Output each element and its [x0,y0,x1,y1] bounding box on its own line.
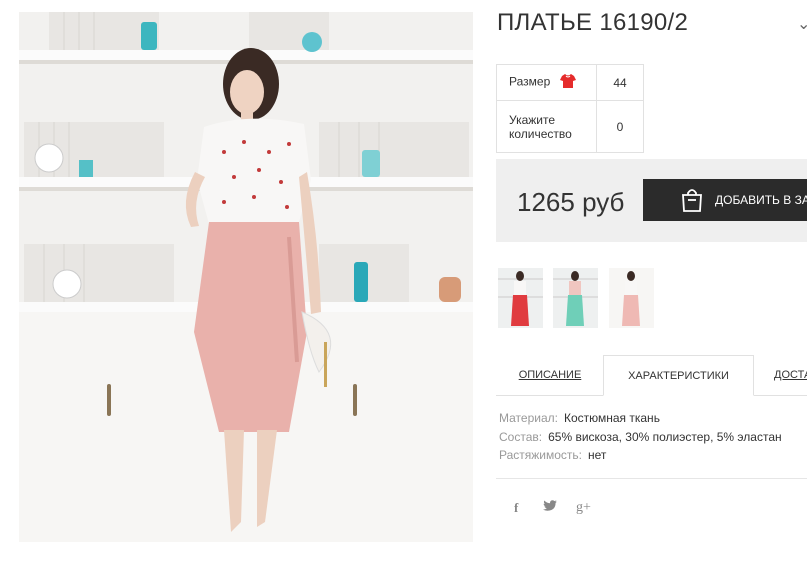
red-shirt-icon[interactable] [559,74,576,91]
product-title: ПЛАТЬЕ 16190/2 [497,9,689,36]
size-label-cell: Размер [496,64,597,101]
specs-list: Материал: Костюмная ткань Состав: 65% виск… [499,411,782,467]
spec-value: Костюмная ткань [563,411,660,425]
google-plus-icon[interactable]: g+ [576,500,591,516]
chevron-down-icon[interactable]: ⌄ [797,14,807,34]
product-model-image [19,12,473,542]
size-label: Размер [509,74,551,89]
product-options-table: Размер 44 Укажите количество 0 [496,64,644,153]
tab-delivery[interactable]: ДОСТАВКА [774,355,807,396]
quantity-label: Укажите количество [496,100,597,153]
add-to-cart-label: ДОБАВИТЬ В ЗАКАЗ [715,193,807,207]
thumb-pink-skirt[interactable] [609,268,654,328]
price-box: 1265 руб ДОБАВИТЬ В ЗАКАЗ [496,159,807,242]
main-product-photo[interactable] [19,12,473,542]
spec-value: 65% вискоза, 30% полиэстер, 5% эластан [548,429,782,444]
spec-row-material: Материал: Костюмная ткань [499,411,782,430]
spec-value: нет [588,448,607,462]
thumb-mint-skirt[interactable] [553,268,598,328]
twitter-icon[interactable] [543,500,557,516]
spec-row-composition: Состав: 65% вискоза, 30% полиэстер, 5% эл… [499,430,782,449]
spec-key: Состав: [499,429,543,444]
size-value[interactable]: 44 [596,64,644,101]
thumb-red-skirt[interactable] [498,268,543,328]
facebook-icon[interactable]: f [514,500,518,516]
tab-description[interactable]: ОПИСАНИЕ [496,355,604,396]
product-price: 1265 руб [517,187,625,217]
spec-key: Растяжимость: [499,448,583,462]
spec-row-stretch: Растяжимость: нет [499,448,782,467]
shopping-bag-icon [681,188,703,215]
quantity-input[interactable]: 0 [596,100,644,153]
add-to-cart-button[interactable]: ДОБАВИТЬ В ЗАКАЗ [643,179,807,221]
divider [496,478,807,479]
product-tabs: ОПИСАНИЕ ХАРАКТЕРИСТИКИ ДОСТАВКА [496,355,807,396]
spec-key: Материал: [499,411,558,425]
tab-characteristics[interactable]: ХАРАКТЕРИСТИКИ [603,355,754,396]
